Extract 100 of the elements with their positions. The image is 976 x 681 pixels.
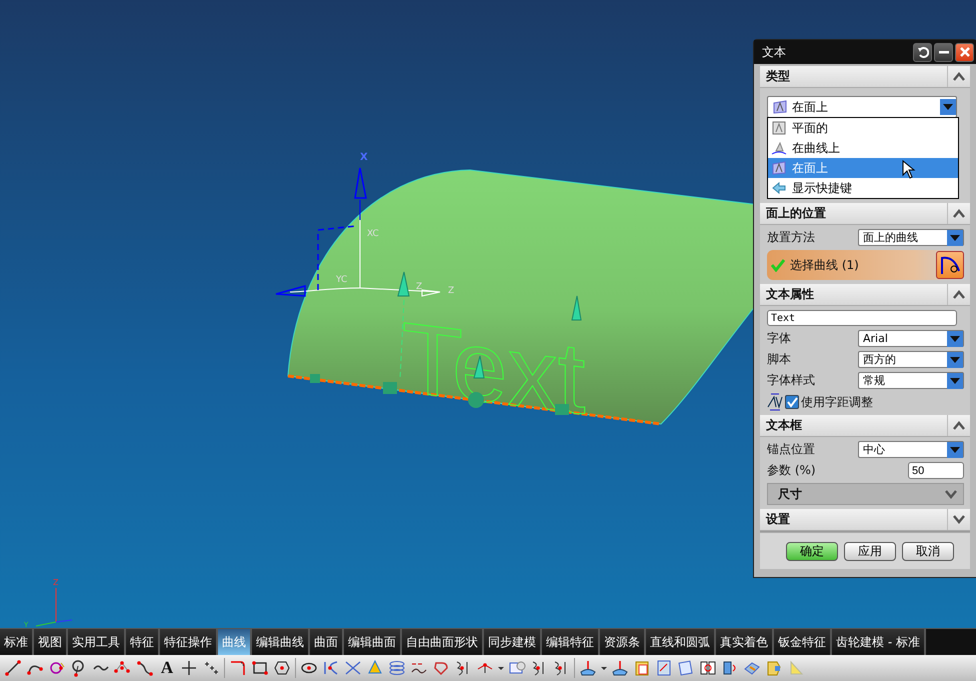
cross-lines-icon[interactable] [344, 659, 362, 677]
dropdown-value: 常规 [862, 373, 886, 388]
toolbar-tab[interactable]: 齿轮建模 - 标准 [832, 629, 926, 655]
axis-label: Z [448, 286, 454, 296]
dropdown[interactable]: 中心 [858, 441, 964, 458]
dropdown-value: 西方的 [862, 352, 897, 367]
field-label: 脚本 [767, 351, 791, 368]
reset-icon [916, 46, 928, 58]
reset-button[interactable] [913, 42, 932, 62]
checkbox-label: 使用字距调整 [801, 394, 873, 410]
section-title: 类型 [766, 68, 790, 85]
plus-icon[interactable] [180, 659, 198, 677]
section-header[interactable]: 类型 [760, 66, 970, 88]
selection-label: 选择曲线 (1) [790, 256, 860, 274]
axis-triad-drawing [36, 588, 72, 626]
toolbar-tab[interactable]: 真实着色 [716, 629, 774, 655]
curve-icon [939, 255, 961, 275]
section-title: 设置 [766, 511, 790, 528]
collapse-chevron-icon [953, 209, 965, 218]
number-field[interactable]: 50 [908, 462, 964, 479]
toolbar-tab[interactable]: 实用工具 [68, 629, 126, 655]
section-header[interactable]: 设置 [760, 509, 970, 531]
sheet-icon[interactable] [655, 659, 673, 677]
toolbar-tab[interactable]: 钣金特征 [774, 629, 832, 655]
dropdown[interactable]: 面上的曲线 [858, 229, 964, 246]
dropdown[interactable]: Arial [858, 330, 964, 347]
menu-item[interactable]: 在曲线上 [768, 138, 958, 158]
close-button[interactable] [955, 42, 974, 62]
toolbar-tab[interactable]: 曲面 [310, 629, 344, 655]
fillet-icon[interactable] [229, 659, 247, 677]
points-icon[interactable] [202, 659, 220, 677]
toolbar-tab[interactable]: 编辑曲面 [344, 629, 402, 655]
selection-step[interactable]: 选择曲线 (1) [767, 250, 964, 280]
field-label: 参数 (%) [767, 462, 816, 479]
checkbox[interactable] [785, 395, 799, 409]
dropdown-value: 中心 [862, 442, 886, 457]
checkmark-icon [786, 396, 798, 408]
axis-label: Z [53, 578, 58, 587]
toolbar-tab[interactable]: 资源条 [600, 629, 646, 655]
toolbar-tab[interactable]: 同步建模 [484, 629, 542, 655]
window-title: 文本 [762, 44, 786, 60]
rectangle-icon[interactable] [251, 659, 269, 677]
toolbar-tab[interactable]: 编辑曲线 [252, 629, 310, 655]
field-label: 锚点位置 [767, 441, 815, 458]
curve-text-icon [771, 140, 787, 156]
polygon-icon[interactable] [273, 659, 291, 677]
section-header[interactable]: 文本框 [760, 415, 970, 437]
sheet-icon[interactable] [677, 659, 695, 677]
mouse-pointer-icon [902, 160, 916, 180]
helix-icon[interactable] [388, 659, 406, 677]
toolbar-tab[interactable]: 特征 [126, 629, 160, 655]
toolbar-tab[interactable]: 自由曲面形状 [402, 629, 484, 655]
dialog-button[interactable]: 确定 [786, 542, 838, 561]
field-label: 字体样式 [767, 372, 815, 389]
section-title: 文本属性 [766, 286, 814, 303]
toolbar-tab[interactable]: 视图 [34, 629, 68, 655]
select-curve-button[interactable] [936, 251, 964, 279]
surface-text-icon [771, 160, 787, 176]
axis-label: XC [367, 229, 379, 239]
section-header[interactable]: 面上的位置 [760, 203, 970, 225]
dropdown-value: 面上的曲线 [862, 230, 919, 245]
dropdown-value: Arial [862, 332, 889, 345]
type-dropdown[interactable]: 在面上 [767, 96, 957, 118]
section-title: 面上的位置 [766, 205, 826, 222]
expand-chevron-icon [953, 515, 965, 524]
menu-item[interactable]: 在面上 [768, 158, 958, 178]
section-header[interactable]: 文本属性 [760, 284, 970, 306]
subsection-header[interactable]: 尺寸 [767, 483, 964, 505]
toolbar-tab[interactable]: 特征操作 [160, 629, 218, 655]
text-input-field[interactable]: Text [767, 310, 957, 326]
dialog-button[interactable]: 应用 [844, 542, 896, 561]
toolbar-tab[interactable]: 编辑特征 [542, 629, 600, 655]
text-frame-icon [771, 120, 787, 136]
checkmark-icon [771, 258, 785, 272]
toolbar-tab[interactable]: 直线和圆弧 [646, 629, 716, 655]
mirror-icon[interactable] [699, 659, 717, 677]
field-label: 放置方法 [767, 229, 815, 246]
section-title: 文本框 [766, 417, 802, 434]
line-icon[interactable] [4, 659, 22, 677]
collapse-chevron-icon [953, 290, 965, 299]
surface-text-icon [772, 99, 788, 115]
dropdown-value: 在面上 [792, 98, 829, 116]
section-title: 尺寸 [778, 486, 802, 502]
toolbar-tab[interactable]: 标准 [0, 629, 34, 655]
curve-icon[interactable] [136, 659, 154, 677]
field-label: 字体 [767, 330, 791, 347]
dropdown[interactable]: 常规 [858, 372, 964, 389]
arrow-icon [771, 180, 787, 196]
text-tool-button[interactable]: A [158, 658, 176, 678]
conic-icon[interactable] [322, 659, 340, 677]
menu-item[interactable]: 平面的 [768, 118, 958, 138]
minimize-button[interactable] [934, 42, 953, 62]
kerning-icon [767, 393, 783, 411]
axis-label: X [360, 152, 368, 163]
dropdown[interactable]: 西方的 [858, 351, 964, 368]
menu-item[interactable]: 显示快捷键 [768, 178, 958, 198]
dialog-button[interactable]: 取消 [902, 542, 954, 561]
close-icon [958, 46, 970, 58]
collapse-chevron-icon [953, 72, 965, 81]
axis-label: YC [336, 275, 348, 285]
